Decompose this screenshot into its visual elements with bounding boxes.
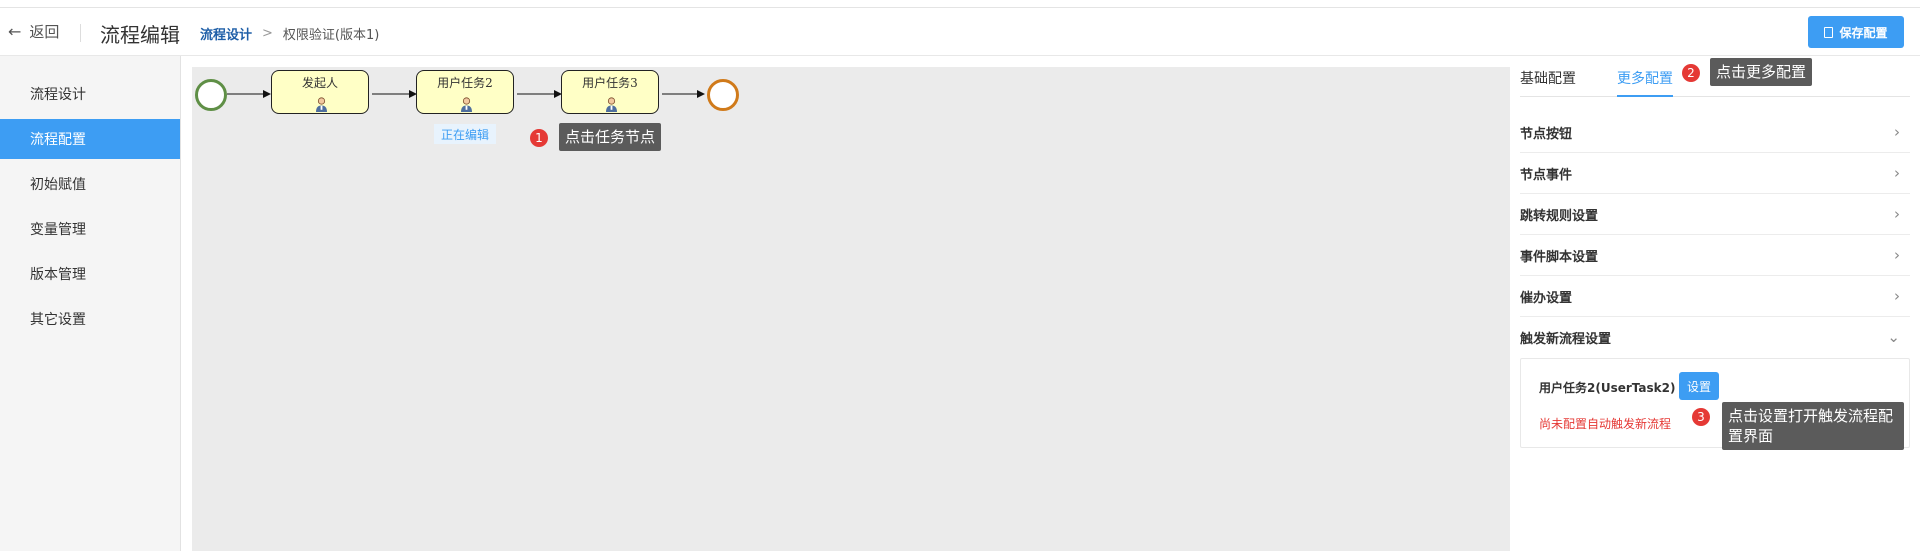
task-node[interactable]: 用户任务2 (416, 70, 514, 114)
sidebar-item-label: 变量管理 (30, 222, 86, 238)
breadcrumb-separator: > (262, 26, 273, 41)
person-icon (316, 97, 327, 112)
chevron-right-icon: › (1894, 287, 1900, 305)
header-divider (80, 24, 81, 42)
sidebar-item-label: 流程设计 (30, 87, 86, 103)
breadcrumb-link[interactable]: 流程设计 (200, 24, 252, 43)
section-trigger-new-flow[interactable]: 触发新流程设置 ⌄ (1520, 317, 1910, 357)
trigger-warning-text: 尚未配置自动触发新流程 (1539, 417, 1672, 431)
sidebar: 流程设计 流程配置 初始赋值 变量管理 版本管理 其它设置 (0, 56, 181, 551)
section-label: 催办设置 (1520, 290, 1573, 306)
section-reminder[interactable]: 催办设置 › (1520, 276, 1910, 317)
callout-badge: 1 (530, 129, 548, 147)
back-button[interactable]: ← 返回 (8, 20, 59, 42)
save-config-label: 保存配置 (1839, 25, 1888, 40)
section-label: 事件脚本设置 (1520, 249, 1599, 265)
task-name: 发起人 (301, 76, 338, 90)
task-node[interactable]: 用户任务3 (561, 70, 659, 114)
breadcrumb-current: 权限验证(版本1) (282, 28, 380, 43)
trigger-task-label: 用户任务2(UserTask2) (1539, 381, 1676, 395)
section-label: 触发新流程设置 (1520, 331, 1612, 347)
page-title: 流程编辑 (100, 23, 180, 47)
callout-badge: 2 (1682, 64, 1700, 82)
sidebar-item-flow-config[interactable]: 流程配置 (0, 119, 180, 159)
chevron-right-icon: › (1894, 164, 1900, 182)
section-node-events[interactable]: 节点事件 › (1520, 153, 1910, 194)
callout-tooltip-line: 置界面 (1728, 427, 1774, 445)
back-label: 返回 (29, 22, 60, 41)
chevron-right-icon: › (1894, 205, 1900, 223)
arrow-left-icon: ← (8, 21, 22, 41)
end-event[interactable] (707, 79, 739, 111)
sidebar-item-initial-values[interactable]: 初始赋值 (0, 164, 180, 204)
section-node-buttons[interactable]: 节点按钮 › (1520, 112, 1910, 153)
sidebar-item-label: 其它设置 (30, 312, 86, 328)
section-label: 节点事件 (1520, 167, 1573, 183)
chevron-right-icon: › (1894, 246, 1900, 264)
sidebar-item-label: 初始赋值 (30, 177, 86, 193)
active-tab-indicator (1617, 95, 1673, 97)
section-jump-rules[interactable]: 跳转规则设置 › (1520, 194, 1910, 235)
section-label: 节点按钮 (1520, 126, 1573, 142)
person-icon (461, 97, 472, 112)
trigger-set-button[interactable]: 设置 (1679, 372, 1719, 400)
flow-canvas[interactable]: 发起人 用户任务2 用户任务3 正在编辑 1 点击任务节点 (192, 67, 1510, 551)
sidebar-item-label: 流程配置 (30, 132, 86, 148)
page-header: ← 返回 流程编辑 流程设计 > 权限验证(版本1) 保存配置 (0, 8, 1920, 56)
editing-status-tag: 正在编辑 (434, 124, 496, 144)
start-event[interactable] (195, 79, 227, 111)
callout-tooltip: 点击更多配置 (1710, 58, 1813, 86)
save-config-button[interactable]: 保存配置 (1808, 16, 1904, 48)
callout-tooltip-line: 点击设置打开触发流程配 (1728, 407, 1894, 425)
callout-tooltip: 点击设置打开触发流程配 置界面 (1722, 402, 1904, 450)
section-event-scripts[interactable]: 事件脚本设置 › (1520, 235, 1910, 276)
document-icon (1824, 26, 1834, 38)
sidebar-item-versions[interactable]: 版本管理 (0, 254, 180, 294)
breadcrumb: 流程设计 > 权限验证(版本1) (200, 24, 379, 43)
task-name: 用户任务2 (437, 76, 493, 90)
person-icon (606, 97, 617, 112)
sidebar-item-other-settings[interactable]: 其它设置 (0, 299, 180, 339)
chevron-down-icon: ⌄ (1887, 328, 1900, 346)
sidebar-item-flow-design[interactable]: 流程设计 (0, 74, 180, 114)
task-node[interactable]: 发起人 (271, 70, 369, 114)
tab-basic-config[interactable]: 基础配置 (1520, 68, 1576, 88)
config-panel: 基础配置 更多配置 2 点击更多配置 节点按钮 › 节点事件 › 跳转规则设置 … (1520, 56, 1910, 551)
callout-tooltip: 点击任务节点 (559, 123, 662, 151)
section-label: 跳转规则设置 (1520, 208, 1599, 224)
tab-more-config[interactable]: 更多配置 (1617, 68, 1673, 88)
callout-badge: 3 (1692, 408, 1710, 426)
sidebar-item-label: 版本管理 (30, 267, 86, 283)
top-strip (0, 0, 1920, 8)
sidebar-item-variables[interactable]: 变量管理 (0, 209, 180, 249)
task-name: 用户任务3 (582, 76, 638, 90)
chevron-right-icon: › (1894, 123, 1900, 141)
